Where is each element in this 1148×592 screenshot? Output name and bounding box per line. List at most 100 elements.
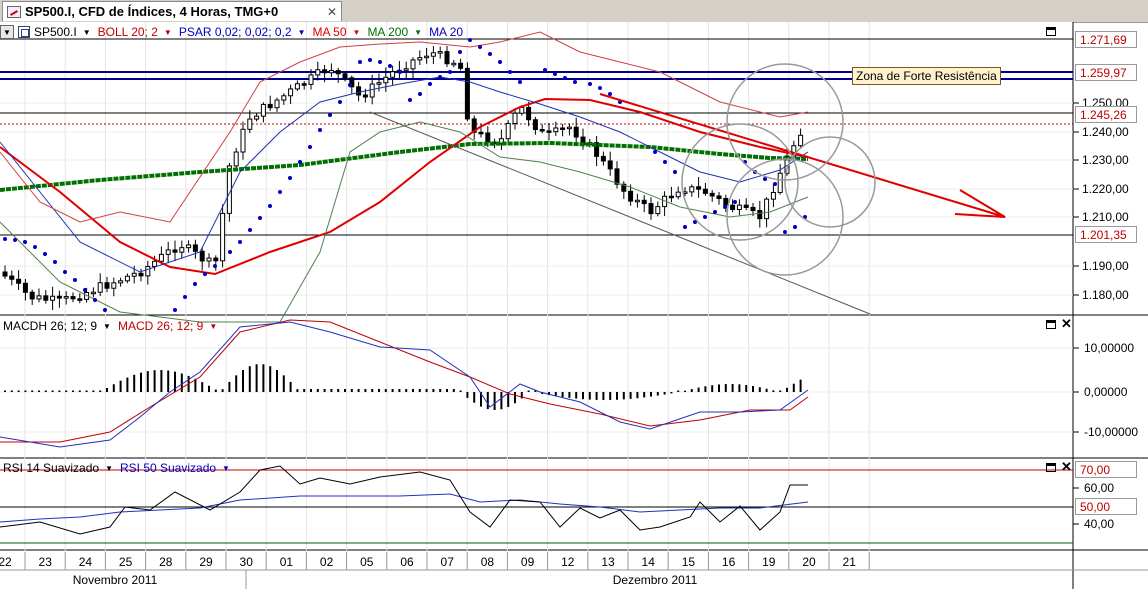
- resistance-zone-annotation[interactable]: Zona de Forte Resistência: [852, 67, 1001, 85]
- chevron-down-icon[interactable]: ▼: [298, 28, 306, 37]
- candle-body: [77, 298, 83, 301]
- close-panel-icon[interactable]: ✕: [1061, 317, 1072, 330]
- psar-dot: [508, 70, 512, 74]
- chevron-down-icon[interactable]: ▼: [414, 28, 422, 37]
- legend-ma20[interactable]: MA 20: [429, 25, 463, 39]
- chart-tab[interactable]: SP500.I, CFD de Índices, 4 Horas, TMG+0 …: [2, 1, 342, 21]
- psar-dot: [608, 92, 612, 96]
- x-tick-label: 20: [802, 555, 816, 569]
- psar-dot: [438, 75, 442, 79]
- legend-ma200[interactable]: MA 200: [367, 25, 408, 39]
- candle-body: [2, 271, 8, 277]
- psar-dot: [3, 237, 7, 241]
- y-tick-label: 1.190,00: [1082, 259, 1129, 273]
- psar-dot: [378, 60, 382, 64]
- candle-body: [451, 62, 457, 66]
- chevron-down-icon[interactable]: ▼: [103, 322, 111, 331]
- candle-body: [736, 204, 742, 210]
- legend-macdh[interactable]: MACDH 26; 12; 9: [3, 319, 97, 333]
- symbol-icon: [18, 26, 30, 38]
- candle-body: [260, 103, 266, 117]
- x-tick-label: 24: [79, 555, 93, 569]
- dropdown-arrow-icon[interactable]: ▼: [0, 25, 14, 39]
- macd-legend: MACDH 26; 12; 9 ▼ MACD 26; 12; 9 ▼: [3, 319, 220, 333]
- chevron-down-icon[interactable]: ▼: [353, 28, 361, 37]
- y-tick-label: 40,00: [1084, 517, 1114, 531]
- x-tick-label: 25: [119, 555, 133, 569]
- psar-dot: [103, 308, 107, 312]
- chart-area[interactable]: 22 23 24 25 28 29 30 01 02 05 06 07 08 09 12 13 14 15 16 19…: [0, 22, 1148, 589]
- candle-body: [9, 275, 15, 280]
- psar-dot: [173, 308, 177, 312]
- candle-body: [43, 295, 49, 301]
- x-tick-label: 05: [360, 555, 374, 569]
- symbol-label[interactable]: SP500.I: [34, 25, 77, 39]
- candle-body: [478, 131, 484, 135]
- candle-body: [145, 265, 151, 277]
- chevron-down-icon[interactable]: ▼: [222, 464, 230, 473]
- candle-body: [696, 186, 702, 190]
- psar-dot: [733, 200, 737, 204]
- candle-body: [138, 272, 144, 277]
- psar-dot: [573, 80, 577, 84]
- candle-body: [192, 244, 198, 252]
- psar-dot: [468, 38, 472, 42]
- rsi-level-box-50: 50,00: [1075, 498, 1137, 515]
- psar-dot: [388, 64, 392, 68]
- psar-dot: [288, 176, 292, 180]
- maximize-panel-icon[interactable]: [1046, 27, 1056, 36]
- psar-dot: [408, 98, 412, 102]
- legend-boll[interactable]: BOLL 20; 2: [98, 25, 158, 39]
- candle-body: [430, 52, 436, 57]
- candle-body: [172, 249, 178, 253]
- candle-body: [335, 70, 341, 75]
- psar-dot: [13, 238, 17, 242]
- candle-body: [437, 51, 443, 54]
- legend-rsi14[interactable]: RSI 14 Suavizado: [3, 461, 99, 475]
- candle-body: [417, 57, 423, 61]
- candle-body: [410, 59, 416, 70]
- psar-dot: [368, 58, 372, 62]
- legend-ma50[interactable]: MA 50: [312, 25, 346, 39]
- psar-dot: [318, 128, 322, 132]
- chevron-down-icon[interactable]: ▼: [209, 322, 217, 331]
- psar-dot: [518, 80, 522, 84]
- legend-rsi50[interactable]: RSI 50 Suavizado: [120, 461, 216, 475]
- psar-dot: [53, 260, 57, 264]
- candle-body: [600, 155, 606, 162]
- rsi14-line: [0, 465, 808, 535]
- candle-body: [104, 282, 110, 289]
- legend-psar[interactable]: PSAR 0,02; 0,02; 0,2: [179, 25, 292, 39]
- chevron-down-icon[interactable]: ▼: [105, 464, 113, 473]
- chevron-down-icon[interactable]: ▼: [164, 28, 172, 37]
- psar-dot: [713, 210, 717, 214]
- candle-body: [247, 118, 253, 130]
- candle-body: [546, 130, 552, 133]
- x-tick-label: 06: [400, 555, 414, 569]
- psar-dot: [543, 68, 547, 72]
- psar-dot: [308, 145, 312, 149]
- candle-body: [90, 291, 96, 295]
- candle-body: [675, 191, 681, 198]
- psar-dot: [213, 264, 217, 268]
- chevron-down-icon[interactable]: ▼: [83, 28, 91, 37]
- legend-macd[interactable]: MACD 26; 12; 9: [118, 319, 203, 333]
- candle-body: [50, 295, 56, 301]
- candle-body: [730, 204, 736, 210]
- psar-dot: [73, 278, 77, 282]
- candle-body: [709, 192, 715, 197]
- psar-dot: [683, 225, 687, 229]
- psar-dot: [183, 295, 187, 299]
- psar-dot: [348, 83, 352, 87]
- maximize-panel-icon[interactable]: [1046, 463, 1056, 472]
- close-tab-icon[interactable]: ✕: [327, 5, 337, 19]
- candle-body: [526, 106, 532, 121]
- candle-body: [36, 295, 42, 300]
- y-tick-label: 10,00000: [1084, 341, 1134, 355]
- psar-dot: [478, 45, 482, 49]
- candle-body: [519, 106, 525, 114]
- maximize-panel-icon[interactable]: [1046, 320, 1056, 329]
- psar-dot: [418, 92, 422, 96]
- psar-dot: [193, 282, 197, 286]
- close-panel-icon[interactable]: ✕: [1061, 460, 1072, 473]
